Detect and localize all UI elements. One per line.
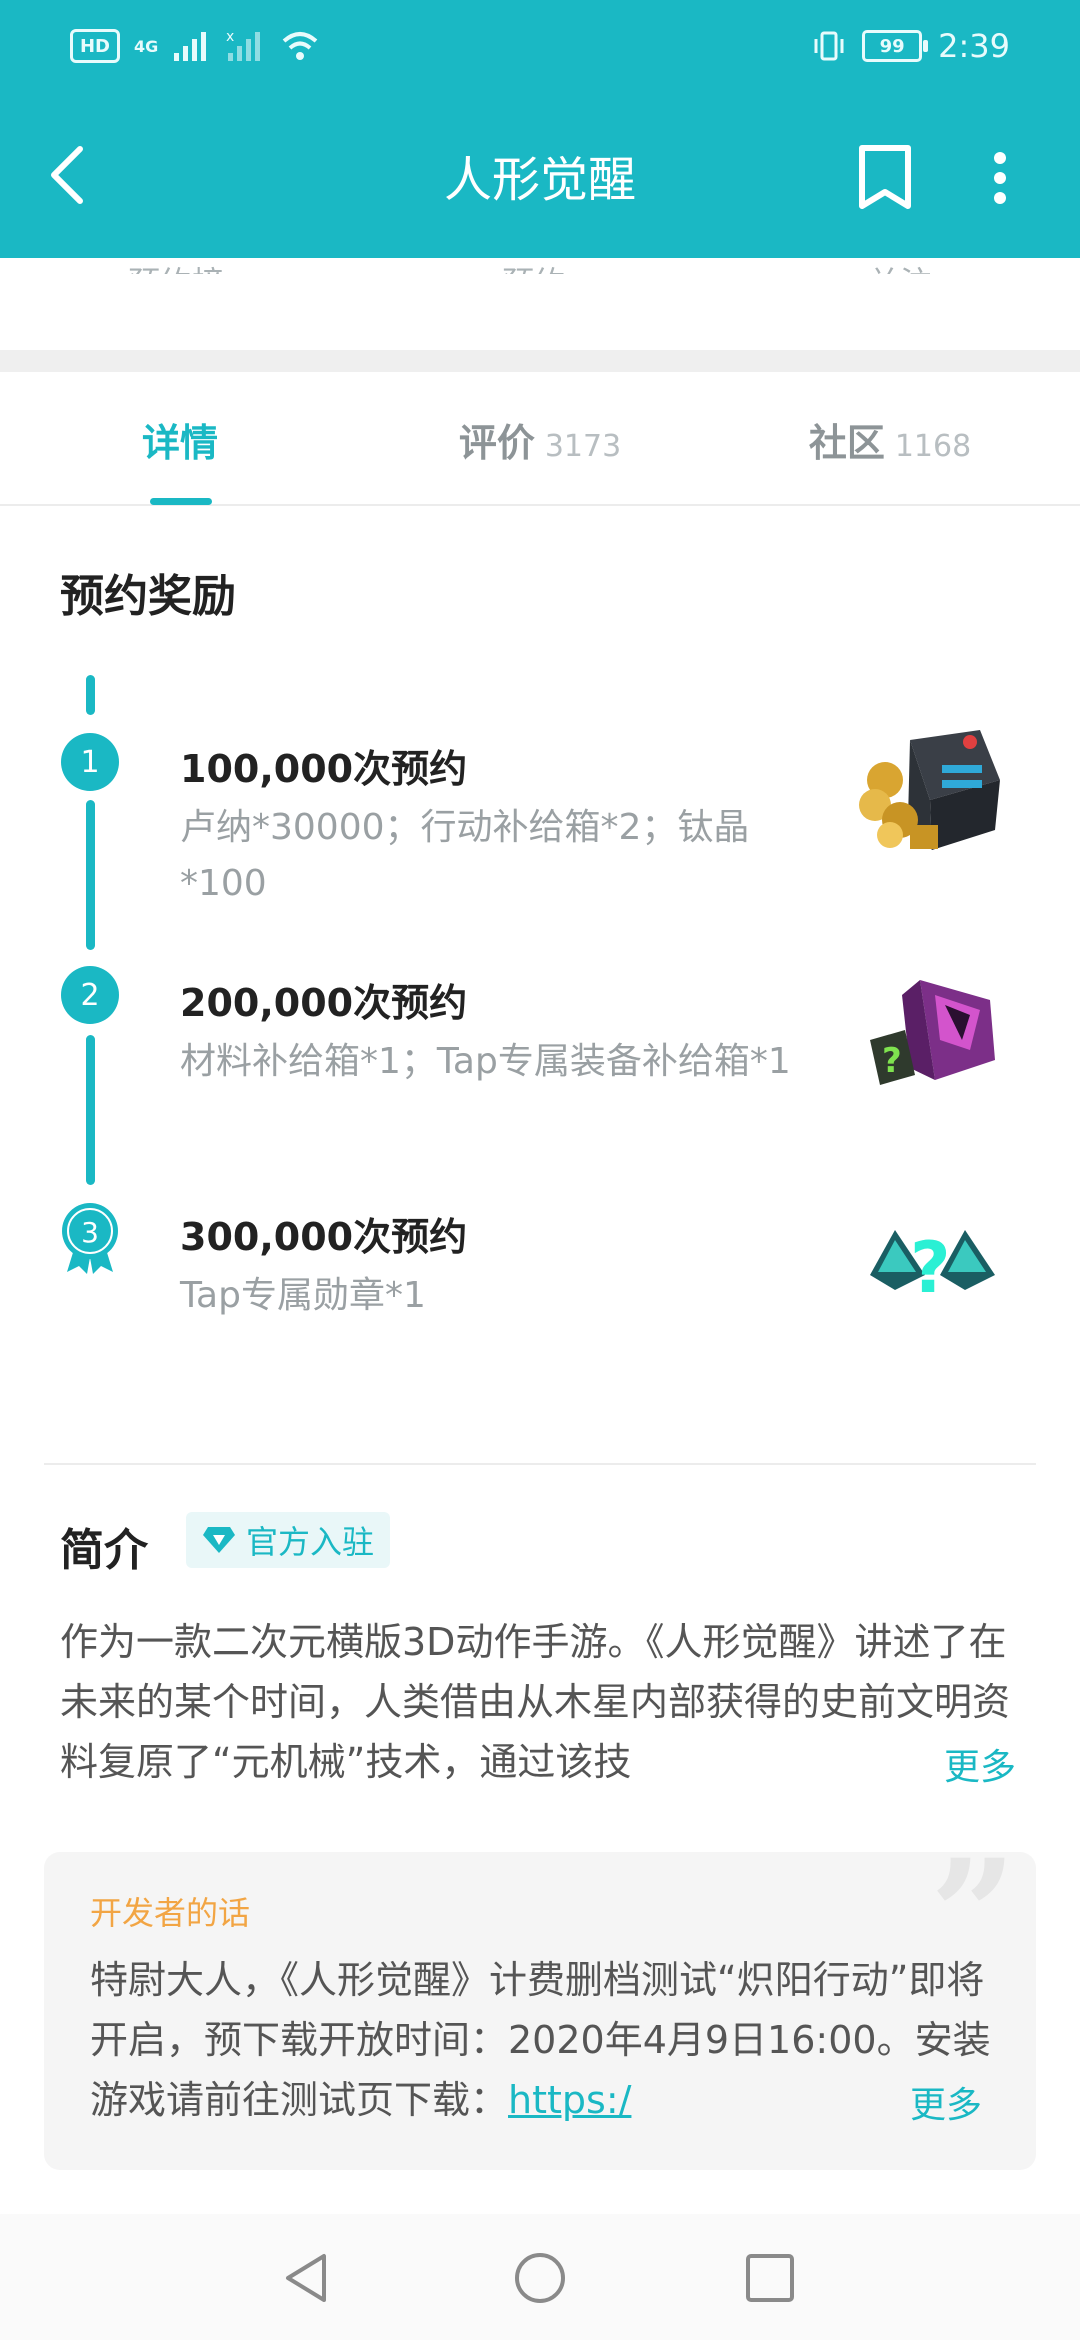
- diamond-icon: [203, 1527, 235, 1553]
- tab-label: 评价: [458, 421, 535, 465]
- stats-row: 预约榜 预约 关注: [0, 258, 1080, 350]
- bookmark-button[interactable]: [852, 140, 918, 216]
- tab-details[interactable]: 详情: [60, 412, 300, 472]
- step-number: 3: [81, 1215, 99, 1249]
- page-title: 人形觉醒: [443, 152, 636, 208]
- stat-label: 关注: [780, 258, 1020, 274]
- signal-off-icon: x: [226, 29, 261, 61]
- reward-desc: Tap专属勋章*1: [180, 1275, 426, 1316]
- svg-text:?: ?: [910, 1227, 951, 1309]
- status-bar-left: HD 4G x: [70, 26, 320, 66]
- reward-title: 100,000次预约: [180, 747, 468, 791]
- bookmark-icon: [859, 145, 911, 209]
- developer-note-text: 特尉大人，《人形觉醒》计费删档测试“炽阳行动”即将开启，预下载开放时间：2020…: [90, 1950, 1010, 2130]
- signal-icon: [174, 32, 207, 61]
- nav-back-icon[interactable]: [280, 2250, 336, 2306]
- vibrate-icon: [814, 31, 844, 61]
- intro-title: 简介: [60, 1525, 148, 1576]
- section-divider: [0, 350, 1080, 372]
- svg-text:?: ?: [882, 1041, 902, 1081]
- tab-label: 详情: [141, 421, 218, 465]
- system-nav-bar: [0, 2214, 1080, 2340]
- wifi-icon: [282, 32, 318, 60]
- timeline-line: [86, 800, 95, 950]
- developer-note-link[interactable]: https:/: [508, 2078, 631, 2122]
- timeline-line: [86, 1035, 95, 1185]
- reward-title: 200,000次预约: [180, 981, 468, 1025]
- stat-label: 预约: [414, 258, 654, 274]
- status-bar-right: 99 2:39: [812, 26, 1010, 66]
- intro-more-link[interactable]: 更多: [930, 1738, 1017, 1790]
- more-vertical-icon: [994, 152, 1006, 204]
- tab-count: 1168: [894, 429, 972, 464]
- tab-community[interactable]: 社区 1168: [740, 412, 1040, 472]
- tab-reviews[interactable]: 评价 3173: [390, 412, 690, 472]
- reward-desc: 材料补给箱*1；Tap专属装备补给箱*1: [180, 1041, 791, 1082]
- more-button[interactable]: [975, 140, 1025, 216]
- badge-label: 官方入驻: [246, 1523, 375, 1561]
- active-tab-indicator: [150, 498, 212, 505]
- network-label: 4G: [134, 36, 159, 56]
- reward-desc: 卢纳*30000；行动补给箱*2；钛晶*100: [180, 807, 750, 904]
- official-badge: 官方入驻: [186, 1512, 391, 1568]
- status-time: 2:39: [938, 27, 1010, 65]
- svg-text:x: x: [226, 29, 234, 45]
- tab-bar: 详情 评价 3173 社区 1168: [0, 372, 1080, 506]
- tab-count: 3173: [544, 429, 622, 464]
- stat-label: 预约榜: [56, 258, 296, 274]
- tab-label: 社区: [808, 421, 885, 465]
- intro-text: 作为一款二次元横版3D动作手游。《人形觉醒》讲述了在未来的某个时间，人类借由从木…: [60, 1620, 1011, 1784]
- reward-title: 300,000次预约: [180, 1215, 468, 1259]
- developer-note-title: 开发者的话: [90, 1894, 251, 1932]
- rewards-title: 预约奖励: [60, 571, 236, 622]
- mystery-crate-icon: ?: [850, 950, 1010, 1110]
- developer-note-more-link[interactable]: 更多: [910, 2076, 982, 2128]
- step-number: 1: [61, 733, 119, 791]
- hd-icon: HD: [70, 29, 120, 63]
- nav-home-icon[interactable]: [512, 2250, 568, 2306]
- step-number: 2: [61, 966, 119, 1024]
- battery-icon: 99: [862, 30, 929, 62]
- timeline-line: [86, 675, 95, 715]
- nav-recents-icon[interactable]: [742, 2250, 798, 2306]
- supply-box-icon: [850, 710, 1010, 870]
- mystery-medal-icon: ?: [850, 1180, 1010, 1340]
- divider: [44, 1463, 1036, 1465]
